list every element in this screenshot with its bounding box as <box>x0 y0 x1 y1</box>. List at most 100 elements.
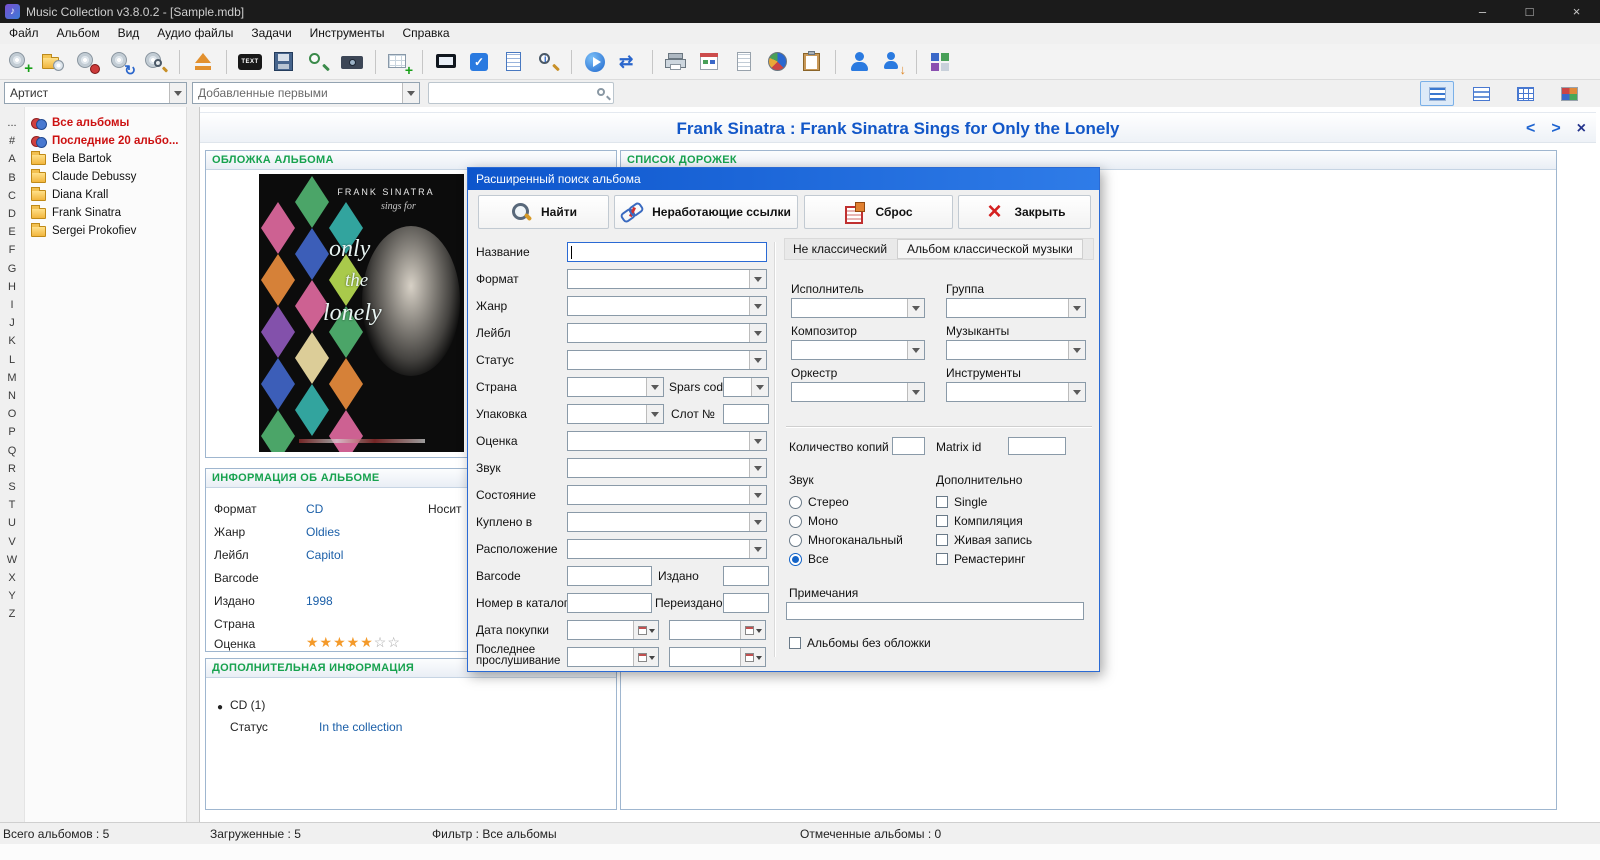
alpha-more[interactable]: ... <box>7 114 16 132</box>
menu-tools[interactable]: Инструменты <box>301 23 394 44</box>
spars-code-combo[interactable] <box>723 377 769 397</box>
alpha-letter[interactable]: K <box>8 332 15 350</box>
title-search-input[interactable] <box>567 242 767 262</box>
radio-all[interactable]: Все <box>789 552 829 566</box>
notes-input[interactable] <box>786 602 1084 620</box>
snapshot-icon[interactable] <box>338 48 366 76</box>
packaging-combo[interactable] <box>567 404 664 424</box>
clipboard-icon[interactable] <box>798 48 826 76</box>
purchase-date-from[interactable] <box>567 620 659 640</box>
matrix-id-input[interactable] <box>1008 437 1066 455</box>
catalog-number-input[interactable] <box>567 593 652 613</box>
rating-combo[interactable] <box>567 431 767 451</box>
alpha-letter[interactable]: P <box>8 423 15 441</box>
tree-item-artist[interactable]: Bela Bartok <box>25 150 186 168</box>
play-icon[interactable] <box>581 48 609 76</box>
copies-input[interactable] <box>892 437 925 455</box>
tree-item-artist[interactable]: Claude Debussy <box>25 168 186 186</box>
performer-combo[interactable] <box>791 298 925 318</box>
eject-icon[interactable] <box>189 48 217 76</box>
last-played-from[interactable] <box>567 647 659 667</box>
radio-stereo[interactable]: Стерео <box>789 495 849 509</box>
purchase-date-to[interactable] <box>669 620 766 640</box>
menu-file[interactable]: Файл <box>0 23 48 44</box>
dialog-title-bar[interactable]: Расширенный поиск альбома <box>468 168 1099 190</box>
prev-album-button[interactable]: < <box>1526 120 1535 138</box>
alpha-letter[interactable]: W <box>7 551 17 569</box>
close-album-button[interactable]: × <box>1577 120 1586 138</box>
screen-view-icon[interactable] <box>432 48 460 76</box>
user-icon[interactable] <box>845 48 873 76</box>
alpha-letter[interactable]: Q <box>8 442 17 460</box>
alpha-letter[interactable]: I <box>10 296 13 314</box>
print-icon[interactable] <box>662 48 690 76</box>
alpha-letter[interactable]: C <box>8 187 16 205</box>
label-combo[interactable] <box>567 323 767 343</box>
alpha-letter[interactable]: S <box>8 478 15 496</box>
alpha-letter[interactable]: N <box>8 387 16 405</box>
checkbox-no-cover[interactable]: Альбомы без обложки <box>789 636 931 650</box>
tree-item-artist[interactable]: Frank Sinatra <box>25 204 186 222</box>
status-combo[interactable] <box>567 350 767 370</box>
checkbox-remastered[interactable]: Ремастеринг <box>936 552 1026 566</box>
find-details-icon[interactable]: i <box>534 48 562 76</box>
radio-multichannel[interactable]: Многоканальный <box>789 533 903 547</box>
alpha-letter[interactable]: U <box>8 514 16 532</box>
minimize-button[interactable]: – <box>1459 0 1506 23</box>
search-input[interactable] <box>428 82 614 104</box>
refresh-discs-icon[interactable]: ↻ <box>108 48 136 77</box>
open-album-folder-icon[interactable] <box>40 48 68 76</box>
alpha-hash[interactable]: # <box>9 132 15 150</box>
alpha-letter[interactable]: T <box>9 496 16 514</box>
title-bar[interactable]: ♪ Music Collection v3.8.0.2 - [Sample.md… <box>0 0 1600 23</box>
tree-item-all-albums[interactable]: Все альбомы <box>25 114 186 132</box>
alpha-letter[interactable]: R <box>8 460 16 478</box>
alpha-letter[interactable]: X <box>8 569 15 587</box>
instruments-combo[interactable] <box>946 382 1086 402</box>
view-list-button[interactable] <box>1420 81 1454 106</box>
radio-mono[interactable]: Моно <box>789 514 838 528</box>
slot-number-input[interactable] <box>723 404 769 424</box>
statistics-pie-icon[interactable] <box>764 48 792 76</box>
document-icon[interactable] <box>730 48 758 76</box>
condition-combo[interactable] <box>567 485 767 505</box>
panel-splitter[interactable] <box>186 107 200 822</box>
alpha-letter[interactable]: M <box>7 369 16 387</box>
menu-tasks[interactable]: Задачи <box>242 23 300 44</box>
database-tools-icon[interactable] <box>74 48 102 76</box>
checkbox-live[interactable]: Живая запись <box>936 533 1032 547</box>
reset-button[interactable]: Сброс <box>804 195 953 229</box>
format-combo[interactable] <box>567 269 767 289</box>
released-input[interactable] <box>723 566 769 586</box>
notes-page-icon[interactable] <box>500 48 528 76</box>
barcode-input[interactable] <box>567 566 652 586</box>
alpha-letter[interactable]: G <box>8 260 17 278</box>
user-export-icon[interactable]: ↓ <box>879 48 907 76</box>
last-played-to[interactable] <box>669 647 766 667</box>
menu-audio-files[interactable]: Аудио файлы <box>148 23 242 44</box>
alpha-letter[interactable]: B <box>8 169 15 187</box>
maximize-button[interactable]: □ <box>1506 0 1553 23</box>
app-panes-icon[interactable] <box>926 48 954 76</box>
alpha-letter[interactable]: J <box>9 314 15 332</box>
menu-album[interactable]: Альбом <box>48 23 109 44</box>
genre-combo[interactable] <box>567 296 767 316</box>
add-grid-icon[interactable]: + <box>385 48 413 77</box>
sound-combo[interactable] <box>567 458 767 478</box>
alpha-letter[interactable]: Y <box>8 587 15 605</box>
alpha-letter[interactable]: H <box>8 278 16 296</box>
alpha-letter[interactable]: A <box>8 150 15 168</box>
category-select[interactable]: Артист <box>4 82 187 104</box>
alpha-letter[interactable]: V <box>8 533 15 551</box>
reissued-input[interactable] <box>723 593 769 613</box>
menu-help[interactable]: Справка <box>393 23 458 44</box>
text-export-icon[interactable]: TEXT <box>236 48 264 76</box>
tree-item-last-20[interactable]: Последние 20 альбо... <box>25 132 186 150</box>
view-table-button[interactable] <box>1464 81 1498 106</box>
tab-classical[interactable]: Альбом классической музыки <box>897 239 1083 259</box>
next-album-button[interactable]: > <box>1551 120 1560 138</box>
menu-view[interactable]: Вид <box>109 23 149 44</box>
location-combo[interactable] <box>567 539 767 559</box>
country-combo[interactable] <box>567 377 664 397</box>
tree-item-artist[interactable]: Diana Krall <box>25 186 186 204</box>
